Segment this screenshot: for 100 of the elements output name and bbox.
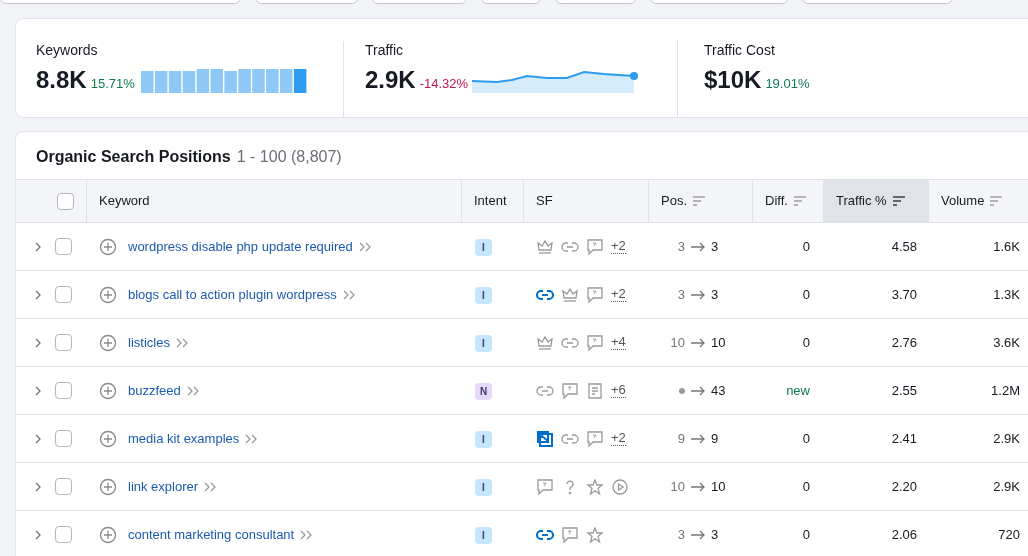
- intent-badge: I: [475, 238, 492, 256]
- metric-label: Traffic Cost: [704, 41, 776, 59]
- double-chevron-icon[interactable]: [204, 481, 217, 492]
- traffic-percent: 3.70: [891, 286, 917, 302]
- difficulty-value: new: [786, 382, 810, 398]
- column-header[interactable]: Volume: [929, 180, 1028, 222]
- metric-change: -14.32%: [419, 75, 469, 93]
- traffic-percent: 4.58: [891, 238, 917, 254]
- metric-change: 15.71%: [90, 75, 135, 93]
- current-position: 9: [711, 429, 719, 448]
- traffic-percent: 2.20: [891, 478, 917, 494]
- column-header: Intent: [462, 180, 524, 222]
- keyword-link[interactable]: buzzfeed: [128, 380, 181, 401]
- previous-position: 3: [677, 237, 685, 256]
- double-chevron-icon[interactable]: [175, 337, 188, 348]
- chevron-icon[interactable]: [34, 336, 42, 349]
- column-header[interactable]: Pos.: [649, 180, 753, 222]
- metric-value: 8.8K: [36, 67, 87, 93]
- double-chevron-icon[interactable]: [358, 241, 371, 252]
- chevron-icon[interactable]: [34, 288, 42, 301]
- previous-position: 3: [677, 525, 685, 544]
- traffic-percent: 2.76: [891, 334, 917, 350]
- arrow-icon: [691, 241, 705, 252]
- search-volume: 1.3K: [993, 286, 1020, 302]
- column-header[interactable]: Traffic %: [824, 180, 929, 222]
- add-icon[interactable]: [99, 285, 117, 304]
- chevron-icon[interactable]: [34, 432, 42, 445]
- sort-icon[interactable]: [990, 196, 1003, 206]
- difficulty-value: 0: [802, 286, 810, 302]
- search-volume: 1.6K: [993, 238, 1020, 254]
- add-icon[interactable]: [99, 525, 117, 544]
- sort-icon[interactable]: [693, 196, 705, 206]
- keyword-link[interactable]: listicles: [128, 332, 170, 353]
- more-features-link[interactable]: +6: [611, 383, 626, 398]
- more-features-link[interactable]: +2: [611, 239, 626, 254]
- traffic-percent: 2.55: [891, 382, 917, 398]
- traffic-percent: 2.41: [891, 430, 917, 446]
- metric-label: Keywords: [36, 41, 99, 59]
- double-chevron-icon[interactable]: [342, 289, 355, 300]
- double-chevron-icon[interactable]: [186, 385, 199, 396]
- add-icon[interactable]: [99, 333, 117, 352]
- sort-icon[interactable]: [892, 196, 905, 206]
- previous-position: 3: [677, 285, 685, 304]
- row-checkbox[interactable]: [55, 478, 72, 495]
- search-volume: 720: [998, 526, 1020, 542]
- arrow-icon: [691, 529, 705, 540]
- add-icon[interactable]: [99, 477, 117, 496]
- more-features-link[interactable]: +2: [611, 431, 626, 446]
- row-checkbox[interactable]: [55, 334, 72, 351]
- keyword-link[interactable]: blogs call to action plugin wordpress: [128, 284, 337, 305]
- more-features-link[interactable]: +2: [611, 287, 626, 302]
- add-icon[interactable]: [99, 429, 117, 448]
- current-position: 43: [711, 381, 726, 400]
- search-volume: 3.6K: [993, 334, 1020, 350]
- intent-badge: I: [475, 334, 492, 352]
- difficulty-value: 0: [802, 526, 810, 542]
- arrow-icon: [691, 385, 705, 396]
- current-position: 10: [711, 333, 726, 352]
- keyword-link[interactable]: content marketing consultant: [128, 524, 295, 545]
- row-checkbox[interactable]: [55, 238, 72, 255]
- traffic-percent: 2.06: [891, 526, 917, 542]
- intent-badge: I: [475, 526, 492, 544]
- chevron-icon[interactable]: [34, 384, 42, 397]
- arrow-icon: [691, 337, 705, 348]
- column-header: SF: [524, 180, 649, 222]
- row-checkbox[interactable]: [55, 526, 72, 543]
- more-features-link[interactable]: +4: [611, 335, 626, 350]
- add-icon[interactable]: [99, 237, 117, 256]
- keyword-link[interactable]: media kit examples: [128, 428, 240, 449]
- metric-label: Traffic: [365, 41, 405, 59]
- intent-badge: N: [475, 382, 492, 400]
- intent-badge: I: [475, 286, 492, 304]
- sort-icon[interactable]: [793, 196, 806, 206]
- row-checkbox[interactable]: [55, 382, 72, 399]
- chevron-icon[interactable]: [34, 480, 42, 493]
- chevron-icon[interactable]: [34, 528, 42, 541]
- previous-position: 10: [670, 333, 685, 352]
- metric-change: 19.01%: [765, 75, 810, 93]
- current-position: 3: [711, 237, 719, 256]
- difficulty-value: 0: [802, 478, 810, 494]
- select-all-checkbox[interactable]: [57, 192, 74, 210]
- table-title: Organic Search Positions: [36, 146, 231, 167]
- column-header: Keyword: [87, 180, 462, 222]
- previous-position: 9: [677, 429, 685, 448]
- row-checkbox[interactable]: [55, 430, 72, 447]
- search-volume: 2.9K: [993, 478, 1020, 494]
- row-checkbox[interactable]: [55, 286, 72, 303]
- search-volume: 2.9K: [993, 430, 1020, 446]
- chevron-icon[interactable]: [34, 240, 42, 253]
- add-icon[interactable]: [99, 381, 117, 400]
- keyword-link[interactable]: wordpress disable php update required: [128, 236, 353, 257]
- arrow-icon: [691, 481, 705, 492]
- double-chevron-icon[interactable]: [245, 433, 258, 444]
- arrow-icon: [691, 289, 705, 300]
- double-chevron-icon[interactable]: [300, 529, 313, 540]
- result-range: 1 - 100 (8,807): [236, 146, 342, 167]
- intent-badge: I: [475, 430, 492, 448]
- keyword-link[interactable]: link explorer: [128, 476, 199, 497]
- difficulty-value: 0: [802, 334, 810, 350]
- difficulty-value: 0: [802, 238, 810, 254]
